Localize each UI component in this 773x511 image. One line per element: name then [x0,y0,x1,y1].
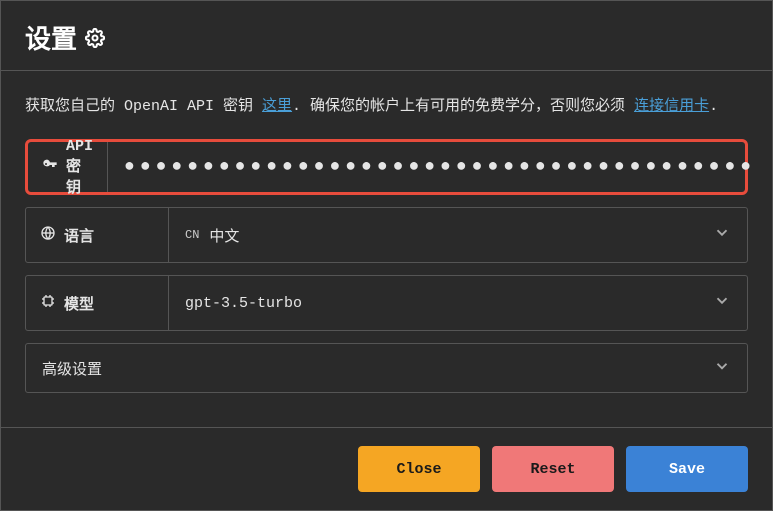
modal-footer: Close Reset Save [1,427,772,510]
model-row: 模型 gpt-3.5-turbo [25,275,748,331]
language-select[interactable]: CN 中文 [169,208,747,262]
language-value: 中文 [209,225,239,246]
api-key-input[interactable]: ●●●●●●●●●●●●●●●●●●●●●●●●●●●●●●●●●●●●●●●● [108,142,772,192]
language-label-text: 语言 [64,225,94,246]
key-icon [42,157,58,178]
reset-button[interactable]: Reset [492,446,614,492]
advanced-label: 高级设置 [42,358,102,379]
close-button[interactable]: Close [358,446,480,492]
modal-title: 设置 [25,19,77,56]
gear-icon [85,28,105,48]
model-label-text: 模型 [64,293,94,314]
model-select[interactable]: gpt-3.5-turbo [169,276,747,330]
language-code: CN [185,228,199,242]
language-row: 语言 CN 中文 [25,207,748,263]
language-label: 语言 [26,208,169,262]
globe-icon [40,225,56,246]
chip-icon [40,293,56,314]
settings-modal: 设置 获取您自己的 OpenAI API 密钥 这里. 确保您的帐户上有可用的免… [0,0,773,511]
api-key-row: API密钥 ●●●●●●●●●●●●●●●●●●●●●●●●●●●●●●●●●●… [25,139,748,195]
help-text: 获取您自己的 OpenAI API 密钥 这里. 确保您的帐户上有可用的免费学分… [25,95,748,119]
api-key-value: ●●●●●●●●●●●●●●●●●●●●●●●●●●●●●●●●●●●●●●●● [124,157,756,177]
help-text-2: . 确保您的帐户上有可用的免费学分，否则您必须 [292,98,634,115]
model-value: gpt-3.5-turbo [185,295,302,312]
api-key-label-text: API密钥 [66,138,93,197]
chevron-down-icon [713,292,731,315]
save-button[interactable]: Save [626,446,748,492]
modal-header: 设置 [1,1,772,71]
help-text-1: 获取您自己的 OpenAI API 密钥 [25,98,262,115]
help-link-here[interactable]: 这里 [262,98,292,115]
help-text-3: . [709,98,718,115]
help-link-card[interactable]: 连接信用卡 [634,98,709,115]
advanced-settings-toggle[interactable]: 高级设置 [25,343,748,393]
chevron-down-icon [713,357,731,379]
model-label: 模型 [26,276,169,330]
api-key-label: API密钥 [28,142,108,192]
chevron-down-icon [713,224,731,247]
modal-body: 获取您自己的 OpenAI API 密钥 这里. 确保您的帐户上有可用的免费学分… [1,71,772,427]
